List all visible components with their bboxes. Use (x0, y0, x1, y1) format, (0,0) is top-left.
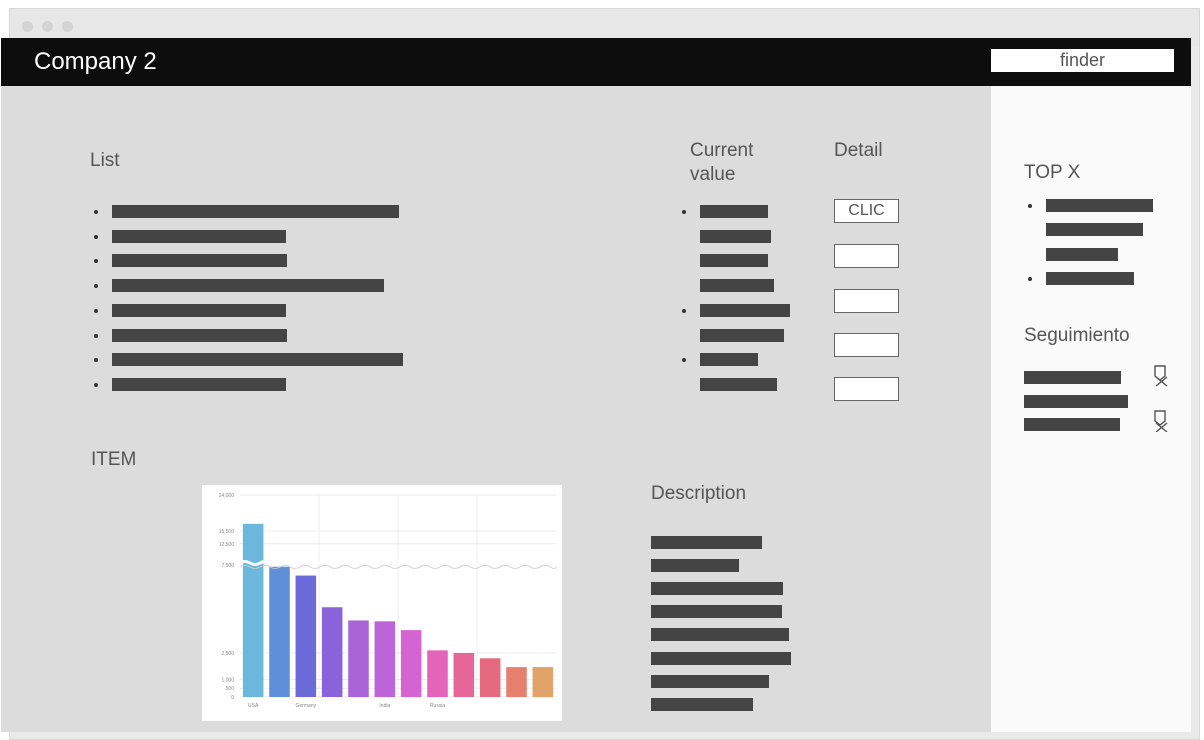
chart-bar (427, 650, 448, 697)
description-line-placeholder (651, 582, 783, 595)
description-heading: Description (651, 483, 747, 504)
top-x-heading: TOP X (1024, 162, 1081, 183)
item-heading: ITEM (91, 449, 137, 470)
description-line-placeholder (651, 652, 791, 665)
chart-bar (242, 523, 264, 697)
x-tick-label: India (379, 703, 390, 709)
window-maximize-dot[interactable] (62, 21, 73, 32)
top-item-text-placeholder[interactable] (1046, 199, 1153, 212)
description-line-placeholder (651, 698, 753, 711)
value-text-placeholder (700, 205, 768, 218)
chart-bar (453, 653, 475, 697)
description-line-placeholder (651, 675, 769, 688)
detail-button[interactable] (834, 333, 899, 357)
value-text-placeholder (700, 230, 771, 243)
bullet-icon (94, 334, 98, 338)
list-item-text-placeholder (112, 205, 399, 218)
value-text-placeholder (700, 378, 777, 391)
y-tick-label: 0 (231, 695, 234, 701)
chart-bar (269, 566, 290, 697)
value-text-placeholder (700, 304, 790, 317)
top-item-text-placeholder (1046, 223, 1143, 236)
detail-button[interactable] (834, 289, 899, 313)
clic-button[interactable]: CLIC (834, 199, 899, 223)
list-item-text-placeholder (112, 353, 403, 366)
description-line-placeholder (651, 559, 739, 572)
description-line-placeholder (651, 628, 789, 641)
bullet-icon (682, 210, 686, 214)
list-item-text-placeholder (112, 254, 287, 267)
chart-canvas: 24,000 15,500 12,500 7,500 2,500 1,000 500 0 USA… (219, 493, 558, 709)
list-item-text-placeholder (112, 329, 287, 342)
follow-item-text-placeholder (1024, 418, 1120, 431)
bullet-icon (94, 210, 98, 214)
follow-item-text-placeholder (1024, 395, 1128, 408)
description-line-placeholder (651, 605, 782, 618)
app-header: Company 2 (1, 38, 1191, 86)
chart-bar (321, 607, 343, 697)
item-bar-chart: 24,000 15,500 12,500 7,500 2,500 1,000 500 0 USA… (202, 485, 562, 721)
detail-button[interactable] (834, 244, 899, 268)
chart-bar (400, 630, 422, 697)
list-heading: List (90, 150, 120, 171)
x-tick-label: USA (248, 703, 259, 709)
chart-bar (506, 667, 527, 697)
seguimiento-heading: Seguimiento (1024, 325, 1130, 346)
y-tick-label: 1,000 (221, 677, 234, 683)
window-minimize-dot[interactable] (42, 21, 53, 32)
bullet-icon (94, 358, 98, 362)
x-tick-label: Germany (296, 703, 317, 709)
chart-bar (374, 621, 396, 697)
bullet-icon (1028, 204, 1032, 208)
bullet-icon (682, 309, 686, 313)
bullet-icon (94, 309, 98, 313)
pin-off-icon[interactable] (1153, 365, 1169, 387)
y-tick-label: 15,500 (219, 529, 235, 535)
chart-bar (479, 658, 501, 697)
bullet-icon (1028, 277, 1032, 281)
chart-bar (295, 575, 317, 697)
description-line-placeholder (651, 536, 762, 549)
detail-heading: Detail (834, 140, 883, 161)
value-text-placeholder (700, 353, 758, 366)
finder-search-input[interactable] (991, 49, 1174, 72)
chart-bar (348, 620, 369, 697)
x-tick-label: Russia (430, 703, 446, 709)
bullet-icon (94, 235, 98, 239)
follow-item-text-placeholder (1024, 371, 1121, 384)
current-value-heading: Current value (690, 140, 754, 185)
bullet-icon (682, 358, 686, 362)
value-text-placeholder (700, 279, 774, 292)
list-item-text-placeholder (112, 279, 384, 292)
right-sidebar (991, 86, 1191, 732)
y-tick-label: 2,500 (221, 651, 234, 657)
bullet-icon (94, 284, 98, 288)
y-tick-label: 500 (226, 686, 235, 692)
window-close-dot[interactable] (22, 21, 33, 32)
company-title: Company 2 (34, 48, 157, 75)
bullet-icon (94, 383, 98, 387)
top-item-text-placeholder[interactable] (1046, 272, 1134, 285)
value-text-placeholder (700, 329, 784, 342)
list-item-text-placeholder (112, 230, 286, 243)
y-tick-label: 7,500 (221, 563, 234, 569)
value-text-placeholder (700, 254, 768, 267)
list-item-text-placeholder (112, 378, 286, 391)
pin-off-icon[interactable] (1153, 410, 1169, 432)
y-tick-label: 12,500 (219, 542, 235, 548)
list-item-text-placeholder (112, 304, 286, 317)
detail-button[interactable] (834, 377, 899, 401)
top-item-text-placeholder (1046, 248, 1118, 261)
bullet-icon (94, 259, 98, 263)
chart-bar (532, 667, 554, 697)
y-tick-label: 24,000 (219, 493, 235, 499)
